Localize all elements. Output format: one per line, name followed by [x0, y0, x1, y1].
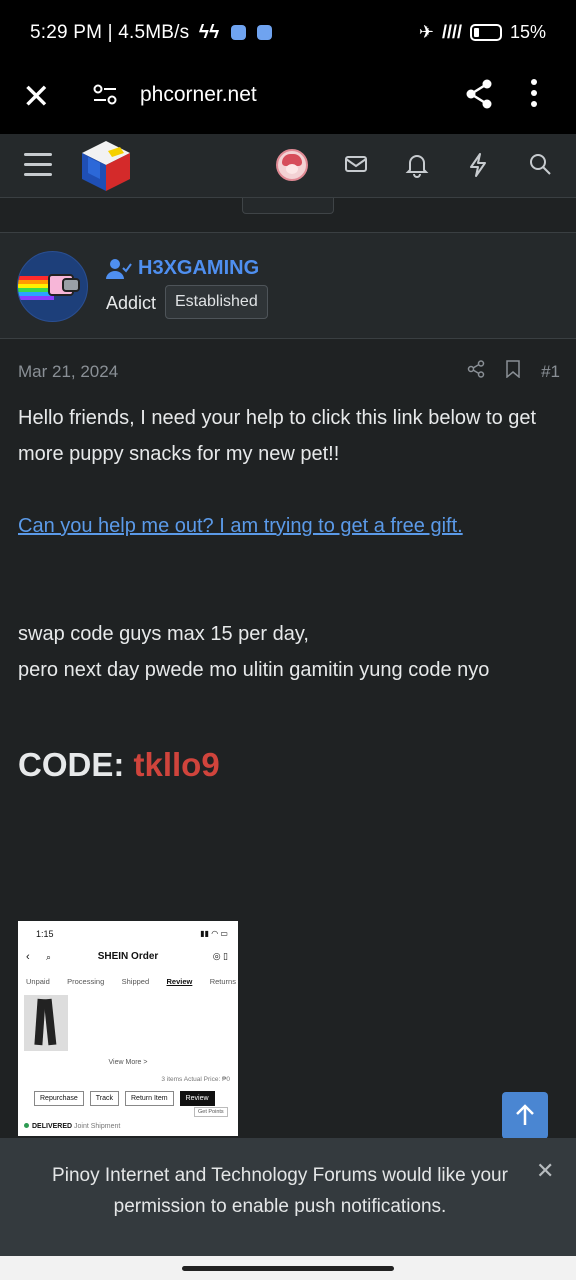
post-author-block: H3XGAMING Addict Established: [0, 233, 576, 339]
author-avatar[interactable]: [17, 251, 88, 322]
scroll-to-top-button[interactable]: [502, 1092, 548, 1139]
shot-delivered-label: DELIVERED: [32, 1123, 73, 1130]
author-badge: Established: [165, 285, 268, 319]
site-logo[interactable]: [80, 139, 132, 198]
shot-tab: Unpaid: [26, 977, 50, 986]
shot-title: SHEIN Order: [97, 951, 159, 962]
code-label: CODE:: [18, 746, 134, 783]
author-name-row: H3XGAMING: [106, 257, 259, 280]
user-check-icon: [106, 258, 132, 279]
signal-icon: ////: [441, 22, 462, 42]
url-field[interactable]: phcorner.net: [140, 83, 257, 107]
shot-status-icons: ▮▮ ◠ ▭: [200, 929, 228, 938]
close-icon[interactable]: ✕: [22, 80, 51, 114]
shot-button: Track: [89, 1091, 119, 1106]
shot-time: 1:15: [36, 929, 54, 939]
attached-screenshot[interactable]: 1:15 ▮▮ ◠ ▭ ‹ ⌕ SHEIN Order ◎ ▯ Unpaid P…: [18, 921, 238, 1136]
site-header: [0, 134, 576, 198]
bolt-icon[interactable]: [467, 152, 489, 183]
status-time: 5:29 PM | 4.5MB/s ϟϟ: [30, 22, 273, 44]
post-line: pero next day pwede mo ulitin gamitin yu…: [18, 659, 490, 681]
home-gesture-bar[interactable]: [182, 1266, 394, 1271]
shot-header-icons: ◎ ▯: [212, 951, 228, 961]
shot-button: Return Item: [125, 1091, 174, 1106]
shot-tab: Review: [166, 977, 193, 986]
shot-get-points: Get Points: [194, 1107, 228, 1117]
status-right: ✈ //// 15%: [419, 22, 546, 43]
messenger-notification-icon: [230, 25, 246, 40]
shot-price: 3 items Actual Price: ₱0: [161, 1076, 230, 1083]
menu-icon[interactable]: [24, 153, 52, 183]
shot-view-more: View More >: [108, 1059, 148, 1066]
shot-button: Repurchase: [34, 1091, 84, 1106]
bell-icon[interactable]: [405, 152, 429, 183]
share-icon[interactable]: [464, 78, 494, 115]
shot-tab: Returns: [209, 977, 236, 986]
share-post-icon[interactable]: [467, 360, 485, 383]
post-line: swap code guys max 15 per day,: [18, 623, 309, 645]
post-date[interactable]: Mar 21, 2024: [18, 362, 118, 382]
product-image: [24, 995, 68, 1051]
mail-icon[interactable]: [344, 152, 368, 181]
close-banner-icon[interactable]: ✕: [536, 1158, 554, 1184]
bookmark-icon[interactable]: [505, 360, 521, 383]
battery-icon: [469, 24, 502, 41]
author-username[interactable]: H3XGAMING: [138, 257, 259, 280]
author-title: Addict: [106, 293, 157, 313]
post-swap-text: swap code guys max 15 per day, pero next…: [18, 616, 489, 688]
shot-tab: Shipped: [121, 977, 150, 986]
header-tab-stub: [242, 198, 334, 214]
shot-tab: Processing: [67, 977, 105, 986]
battery-percent: 15%: [509, 22, 546, 42]
post-link[interactable]: Can you help me out? I am trying to get …: [18, 508, 463, 544]
site-settings-icon[interactable]: [92, 84, 118, 111]
shot-delivered: DELIVERED Joint Shipment: [24, 1123, 120, 1130]
system-nav-bar: [0, 1256, 576, 1280]
shot-buttons: Repurchase Track Return Item Review: [34, 1091, 215, 1106]
shot-button: Review: [179, 1091, 215, 1106]
status-time-text: 5:29 PM | 4.5MB/s: [30, 22, 190, 43]
shot-tabs: Unpaid Processing Shipped Review Returns: [26, 977, 236, 986]
push-message: Pinoy Internet and Technology Forums wou…: [52, 1165, 508, 1217]
post-number[interactable]: #1: [541, 362, 560, 382]
post-paragraph: Hello friends, I need your help to click…: [18, 407, 537, 465]
user-avatar[interactable]: [276, 149, 308, 181]
code-value: tkllo9: [133, 746, 220, 783]
code-line: CODE: tkllo9: [18, 746, 220, 784]
charging-icon: ϟϟ: [198, 22, 220, 43]
search-icon[interactable]: [528, 152, 552, 181]
more-vertical-icon[interactable]: [530, 78, 538, 113]
app-notification-icon: [257, 25, 273, 40]
airplane-icon: ✈: [418, 22, 434, 42]
status-bar: 5:29 PM | 4.5MB/s ϟϟ ✈ //// 15%: [0, 0, 576, 66]
shot-joint: Joint Shipment: [74, 1123, 121, 1130]
arrow-up-icon: [516, 1104, 534, 1125]
browser-toolbar: ✕ phcorner.net: [0, 66, 576, 134]
push-permission-banner: Pinoy Internet and Technology Forums wou…: [0, 1138, 576, 1256]
post-actions: #1: [467, 360, 560, 383]
